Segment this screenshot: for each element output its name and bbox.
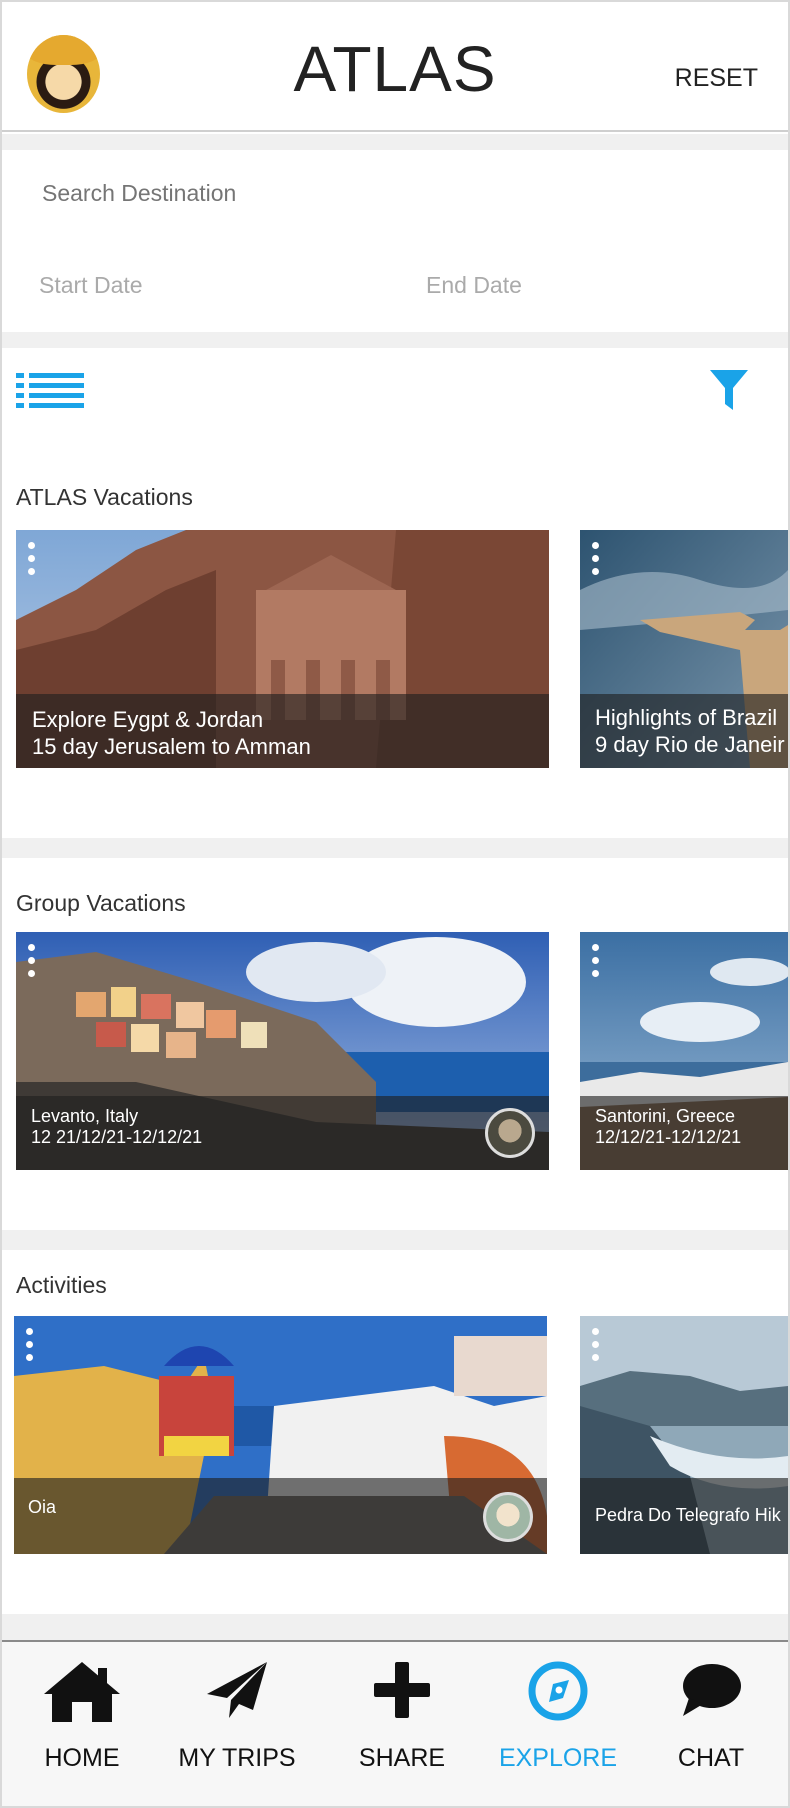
- group-card-santorini[interactable]: Santorini, Greece 12/12/21-12/12/21: [580, 932, 788, 1170]
- search-panel: Start Date End Date: [2, 150, 788, 332]
- card-caption: Oia: [14, 1478, 547, 1554]
- section-title: Activities: [16, 1272, 107, 1298]
- card-menu-icon[interactable]: [592, 1328, 602, 1364]
- card-title: Pedra Do Telegrafo Hik: [595, 1505, 781, 1525]
- chat-bubble-icon: [683, 1664, 741, 1716]
- vacation-card-brazil[interactable]: Highlights of Brazil 9 day Rio de Janeir: [580, 530, 788, 768]
- activity-card-pedra-do-telegrafo[interactable]: Pedra Do Telegrafo Hik: [580, 1316, 788, 1554]
- card-caption: Santorini, Greece 12/12/21-12/12/21: [580, 1096, 788, 1170]
- app-title: ATLAS: [293, 33, 497, 105]
- card-subtitle: 12/12/21-12/12/21: [595, 1127, 742, 1147]
- nav-home[interactable]: HOME: [7, 1642, 157, 1806]
- card-subtitle: 9 day Rio de Janeir: [595, 732, 785, 757]
- card-title: Oia: [28, 1497, 57, 1517]
- home-icon: [44, 1662, 120, 1722]
- app-screen: ATLAS RESET Start Date End Date ATLAS Va…: [0, 0, 790, 1808]
- card-subtitle: 12 21/12/21-12/12/21: [31, 1127, 203, 1147]
- nav-label: HOME: [44, 1744, 120, 1772]
- host-avatar[interactable]: [483, 1492, 533, 1542]
- plus-icon: [374, 1662, 430, 1718]
- card-menu-icon[interactable]: [26, 1328, 36, 1364]
- nav-share[interactable]: SHARE: [327, 1642, 477, 1806]
- card-title: Highlights of Brazil: [595, 705, 778, 730]
- reset-button[interactable]: RESET: [675, 64, 758, 93]
- card-caption: Pedra Do Telegrafo Hik: [580, 1478, 788, 1554]
- card-menu-icon[interactable]: [592, 542, 602, 578]
- card-subtitle: 15 day Jerusalem to Amman: [32, 734, 311, 759]
- separator: [2, 838, 788, 858]
- nav-explore[interactable]: EXPLORE: [483, 1642, 633, 1806]
- filter-icon[interactable]: [710, 370, 748, 410]
- nav-label: SHARE: [358, 1744, 446, 1772]
- nav-label: EXPLORE: [498, 1744, 618, 1772]
- nav-label: CHAT: [677, 1744, 745, 1772]
- compass-icon: [528, 1661, 588, 1721]
- app-header: ATLAS RESET: [2, 2, 788, 132]
- nav-my-trips[interactable]: MY TRIPS: [162, 1642, 312, 1806]
- card-caption: Highlights of Brazil 9 day Rio de Janeir: [580, 694, 788, 768]
- separator: [2, 1614, 788, 1640]
- card-title: Explore Eygpt & Jordan: [32, 707, 264, 732]
- vacation-card-egypt-jordan[interactable]: Explore Eygpt & Jordan 15 day Jerusalem …: [16, 530, 549, 768]
- nav-label: MY TRIPS: [178, 1744, 296, 1772]
- card-title: Levanto, Italy: [31, 1106, 139, 1126]
- card-title: Santorini, Greece: [595, 1106, 736, 1126]
- separator: [2, 332, 788, 348]
- bottom-nav-bar: HOME MY TRIPS SHARE EXPLORE CHAT: [2, 1640, 788, 1806]
- paper-plane-icon: [207, 1662, 267, 1718]
- end-date-field[interactable]: End Date: [426, 272, 522, 299]
- card-caption: Explore Eygpt & Jordan 15 day Jerusalem …: [16, 694, 549, 768]
- view-toolbar: [2, 348, 788, 418]
- card-caption: Levanto, Italy 12 21/12/21-12/12/21: [16, 1096, 549, 1170]
- separator: [2, 134, 788, 150]
- card-menu-icon[interactable]: [28, 542, 38, 578]
- list-view-icon[interactable]: [16, 373, 84, 409]
- section-title: ATLAS Vacations: [16, 484, 193, 510]
- host-avatar[interactable]: [485, 1108, 535, 1158]
- group-card-levanto[interactable]: Levanto, Italy 12 21/12/21-12/12/21: [16, 932, 549, 1170]
- section-atlas-vacations: ATLAS Vacations Explore Eygpt & Jordan 1…: [2, 418, 788, 838]
- start-date-field[interactable]: Start Date: [39, 272, 143, 299]
- section-activities: Activities Oia Pedra Do Telegrafo Hik: [2, 1250, 788, 1614]
- separator: [2, 1230, 788, 1250]
- section-title: Group Vacations: [16, 890, 186, 916]
- section-group-vacations: Group Vacations Levanto, Italy 12 21/12/…: [2, 858, 788, 1250]
- activity-card-oia[interactable]: Oia: [14, 1316, 547, 1554]
- card-menu-icon[interactable]: [592, 944, 602, 980]
- search-destination-input[interactable]: [42, 180, 642, 207]
- card-menu-icon[interactable]: [28, 944, 38, 980]
- nav-chat[interactable]: CHAT: [636, 1642, 786, 1806]
